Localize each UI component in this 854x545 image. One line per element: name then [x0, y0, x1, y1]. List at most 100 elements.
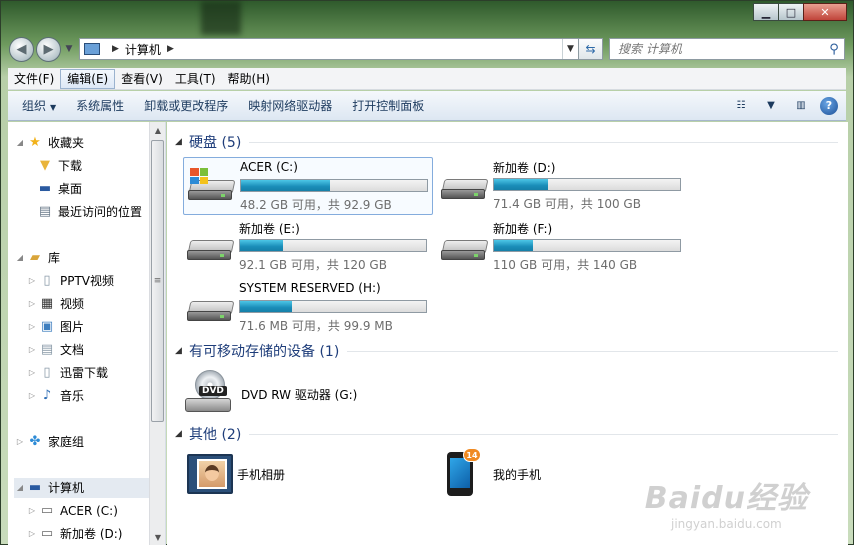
drive-name: 新加卷 (E:) [239, 222, 300, 236]
collapse-icon[interactable]: ◢ [175, 346, 189, 356]
open-control-panel-button[interactable]: 打开控制面板 [342, 91, 434, 121]
watermark-url: jingyan.baidu.com [671, 517, 782, 531]
view-options-dropdown-icon[interactable]: ▼ [760, 97, 782, 115]
breadcrumb-arrow-icon[interactable]: ▶ [112, 44, 119, 54]
scroll-up-icon[interactable]: ▲ [150, 122, 165, 138]
sidebar-computer[interactable]: ◢ ▬ 计算机 [14, 478, 154, 498]
address-bar[interactable]: ▶ 计算机 ▶ ▼ [79, 38, 579, 60]
maximize-button[interactable]: □ [778, 3, 804, 21]
drive-e[interactable]: 新加卷 (E:) 92.1 GB 可用，共 120 GB [183, 218, 433, 276]
menu-help[interactable]: 帮助(H) [222, 69, 276, 89]
search-box[interactable]: ⚲ [609, 38, 845, 60]
phone-album[interactable]: 手机相册 [183, 452, 383, 498]
expand-icon[interactable]: ▷ [26, 271, 38, 291]
computer-icon: ▬ [28, 480, 42, 495]
drive-h[interactable]: SYSTEM RESERVED (H:) 71.6 MB 可用，共 99.9 M… [183, 279, 433, 337]
collapse-icon[interactable]: ◢ [175, 137, 189, 147]
sidebar-item-pictures[interactable]: ▷ ▣ 图片 [26, 317, 84, 337]
breadcrumb-arrow-icon[interactable]: ▶ [167, 44, 174, 54]
menu-file[interactable]: 文件(F) [8, 69, 60, 89]
sidebar-favorites[interactable]: ◢ ★ 收藏夹 [14, 133, 84, 153]
view-controls: ☷ ▼ ▥ ? [730, 96, 846, 115]
sidebar-item-label: 最近访问的位置 [58, 205, 143, 219]
sidebar-item-drive-c[interactable]: ▷ ▭ ACER (C:) [26, 501, 118, 521]
refresh-button[interactable]: ⇆ [579, 38, 603, 60]
sidebar-libraries-label: 库 [48, 251, 61, 265]
group-removable[interactable]: ◢ 有可移动存储的设备 (1) [175, 341, 838, 361]
drive-name: 新加卷 (F:) [493, 222, 553, 236]
uninstall-program-button[interactable]: 卸载或更改程序 [134, 91, 238, 121]
drive-name: DVD RW 驱动器 (G:) [241, 388, 358, 402]
expand-icon[interactable]: ▷ [26, 294, 38, 314]
computer-icon [84, 43, 100, 55]
sidebar-libraries[interactable]: ◢ ▰ 库 [14, 248, 60, 268]
expand-icon[interactable]: ▷ [26, 340, 38, 360]
collapse-icon[interactable]: ◢ [14, 133, 26, 153]
preview-pane-icon[interactable]: ▥ [790, 97, 812, 115]
sidebar-item-label: 桌面 [58, 182, 83, 196]
collapse-icon[interactable]: ◢ [175, 429, 189, 439]
sidebar-item-thunder-downloads[interactable]: ▷ ▯ 迅雷下载 [26, 363, 108, 383]
collapse-icon[interactable]: ◢ [14, 478, 26, 498]
group-divider [347, 350, 838, 352]
picture-icon: ▣ [40, 319, 54, 334]
drive-free-space: 92.1 GB 可用，共 120 GB [239, 258, 387, 272]
dvd-drive[interactable]: DVD DVD RW 驱动器 (G:) [185, 370, 485, 418]
map-network-drive-button[interactable]: 映射网络驱动器 [238, 91, 342, 121]
system-properties-button[interactable]: 系统属性 [66, 91, 134, 121]
sidebar-item-pptv[interactable]: ▷ ▯ PPTV视频 [26, 271, 114, 291]
expand-icon[interactable]: ▷ [26, 386, 38, 406]
scroll-thumb[interactable]: ≡ [151, 140, 164, 422]
minimize-button[interactable]: ▁ [753, 3, 779, 21]
sidebar-homegroup[interactable]: ▷ ✤ 家庭组 [14, 432, 84, 452]
recent-pages-dropdown[interactable]: ▼ [63, 44, 75, 54]
sidebar-item-downloads[interactable]: ▼ 下载 [36, 156, 82, 176]
menu-view[interactable]: 查看(V) [115, 69, 169, 89]
sidebar-item-documents[interactable]: ▷ ▤ 文档 [26, 340, 84, 360]
scroll-down-icon[interactable]: ▼ [150, 529, 165, 545]
sidebar-item-label: ACER (C:) [60, 504, 118, 518]
group-hard-disks[interactable]: ◢ 硬盘 (5) [175, 132, 838, 152]
sidebar-item-label: 下载 [58, 159, 83, 173]
hard-drive-icon: ▭ [40, 526, 54, 541]
drive-d[interactable]: 新加卷 (D:) 71.4 GB 可用，共 100 GB [437, 157, 687, 215]
forward-button[interactable]: ▶ [36, 36, 61, 62]
expand-icon[interactable]: ▷ [26, 501, 38, 521]
hard-drive-icon [187, 232, 235, 262]
group-other[interactable]: ◢ 其他 (2) [175, 424, 838, 444]
drive-f[interactable]: 新加卷 (F:) 110 GB 可用，共 140 GB [437, 218, 687, 276]
sidebar-item-drive-d[interactable]: ▷ ▭ 新加卷 (D:) [26, 524, 123, 544]
address-dropdown-icon[interactable]: ▼ [562, 39, 578, 59]
menu-tools[interactable]: 工具(T) [169, 69, 222, 89]
change-view-icon[interactable]: ☷ [730, 97, 752, 115]
breadcrumb-computer[interactable]: 计算机 [125, 41, 161, 58]
help-icon[interactable]: ? [820, 96, 838, 115]
my-phone[interactable]: 14 我的手机 [439, 448, 639, 498]
video-icon: ▦ [40, 296, 54, 311]
close-button[interactable]: ✕ [803, 3, 847, 21]
search-input[interactable] [618, 42, 824, 56]
content-area: ◢ 硬盘 (5) ACER (C:) 48.2 GB 可用，共 92.9 GB … [167, 122, 848, 545]
sidebar-item-label: 迅雷下载 [60, 366, 109, 380]
expand-icon[interactable]: ▷ [26, 524, 38, 544]
sidebar-item-desktop[interactable]: ▬ 桌面 [36, 179, 82, 199]
expand-icon[interactable]: ▷ [26, 363, 38, 383]
drive-usage-bar [239, 239, 427, 252]
music-icon: ♪ [42, 388, 52, 403]
star-icon: ★ [29, 135, 41, 150]
navigation-row: ◀ ▶ ▼ ▶ 计算机 ▶ ▼ ⇆ ⚲ [9, 35, 845, 63]
system-drive-icon [188, 168, 236, 202]
organize-button[interactable]: 组织 ▼ [12, 91, 66, 121]
sidebar-item-videos[interactable]: ▷ ▦ 视频 [26, 294, 84, 314]
menu-edit[interactable]: 编辑(E) [60, 68, 116, 89]
expand-icon[interactable]: ▷ [26, 317, 38, 337]
search-icon[interactable]: ⚲ [824, 42, 844, 57]
sidebar-item-music[interactable]: ▷ ♪ 音乐 [26, 386, 84, 406]
expand-icon[interactable]: ▷ [14, 432, 26, 452]
sidebar-item-recent-places[interactable]: ▤ 最近访问的位置 [36, 202, 142, 222]
navigation-scrollbar[interactable]: ▲ ≡ ▼ [149, 122, 165, 545]
command-bar: 组织 ▼ 系统属性 卸载或更改程序 映射网络驱动器 打开控制面板 ☷ ▼ ▥ ? [8, 91, 846, 121]
drive-c[interactable]: ACER (C:) 48.2 GB 可用，共 92.9 GB [183, 157, 433, 215]
back-button[interactable]: ◀ [9, 36, 34, 62]
collapse-icon[interactable]: ◢ [14, 248, 26, 268]
